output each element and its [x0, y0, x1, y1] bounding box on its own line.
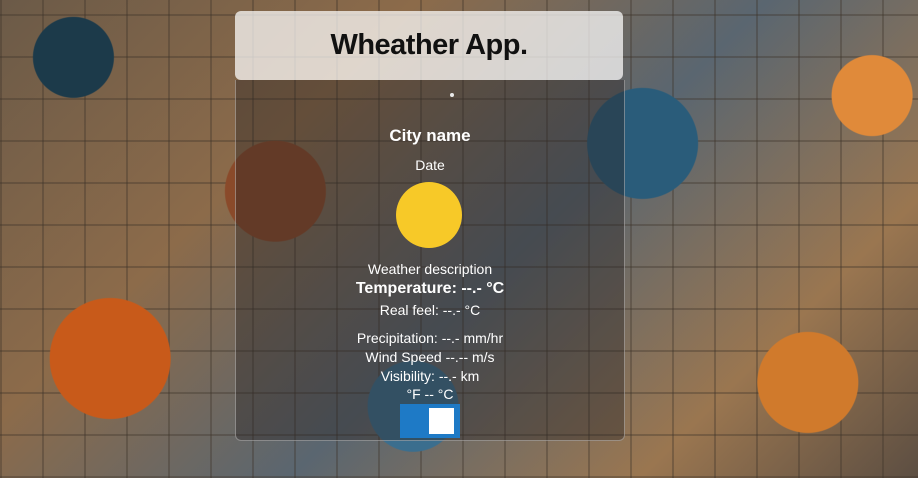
wind-speed: Wind Speed --.-- m/s: [365, 349, 495, 365]
unit-toggle-switch[interactable]: [400, 404, 460, 438]
units-label: °F -- °C: [406, 386, 454, 402]
real-feel: Real feel: --.- °C: [379, 302, 481, 318]
indicator-dot: [450, 93, 454, 97]
app-header: Wheather App.: [235, 11, 623, 80]
weather-description: Weather description: [367, 261, 493, 277]
weather-card: City name Date Weather description Tempe…: [235, 80, 625, 441]
app-title: Wheather App.: [330, 29, 528, 61]
visibility: Visibility: --.- km: [380, 368, 480, 384]
city-name: City name: [389, 126, 471, 145]
weather-details: Precipitation: --.- mm/hr Wind Speed --.…: [236, 329, 624, 386]
date-label: Date: [415, 157, 445, 173]
sun-icon: [396, 182, 462, 248]
precipitation: Precipitation: --.- mm/hr: [356, 330, 504, 346]
temperature: Temperature: --.- °C: [355, 280, 505, 297]
toggle-knob[interactable]: [429, 408, 454, 434]
